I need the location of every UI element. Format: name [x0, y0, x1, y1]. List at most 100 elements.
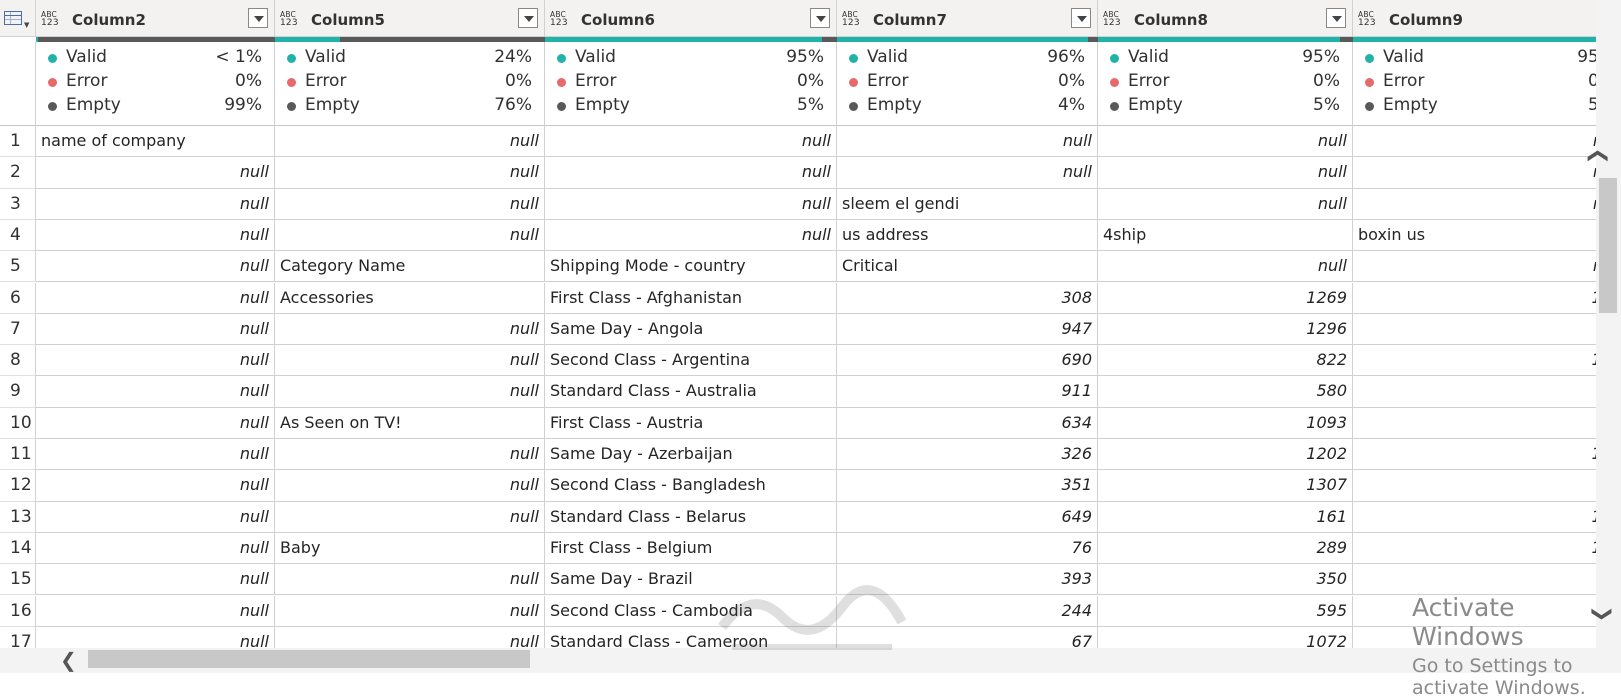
column-filter-button[interactable]	[248, 8, 268, 28]
table-cell[interactable]: null	[36, 439, 275, 471]
table-cell[interactable]: null	[837, 126, 1098, 158]
row-number[interactable]: 1	[0, 126, 36, 158]
table-cell[interactable]: null	[275, 157, 545, 189]
table-cell[interactable]: null	[275, 313, 545, 346]
table-cell[interactable]: null	[275, 219, 545, 252]
table-cell[interactable]: 76	[837, 532, 1098, 565]
row-number[interactable]: 16	[0, 595, 36, 627]
table-cell[interactable]: null	[36, 470, 275, 502]
table-cell[interactable]: null	[1353, 251, 1596, 283]
vertical-scrollbar[interactable]	[1596, 0, 1621, 673]
row-number[interactable]: 10	[0, 407, 36, 439]
table-cell[interactable]: 4ship	[1098, 219, 1353, 252]
table-cell[interactable]: null	[36, 313, 275, 346]
table-cell[interactable]: Category Name	[275, 251, 545, 283]
table-cell[interactable]: 161	[1098, 501, 1353, 533]
table-cell[interactable]: 53	[1353, 376, 1596, 408]
table-cell[interactable]: 350	[1098, 564, 1353, 596]
table-cell[interactable]: boxin us	[1353, 219, 1596, 252]
table-cell[interactable]: 1093	[1098, 407, 1353, 439]
vertical-scroll-thumb[interactable]	[1599, 178, 1617, 313]
row-number[interactable]: 15	[0, 564, 36, 596]
row-number[interactable]: 9	[0, 376, 36, 408]
table-cell[interactable]: null	[36, 626, 275, 648]
table-cell[interactable]: name of company	[36, 126, 275, 158]
table-cell[interactable]: 1072	[1098, 626, 1353, 648]
column-header[interactable]: ABC 123 Column9	[1353, 0, 1596, 37]
table-cell[interactable]: null	[36, 376, 275, 408]
table-cell[interactable]: 595	[1098, 595, 1353, 627]
table-cell[interactable]: First Class - Austria	[545, 407, 837, 439]
table-cell[interactable]: null	[545, 126, 837, 158]
table-cell[interactable]: Standard Class - Belarus	[545, 501, 837, 533]
table-cell[interactable]: First Class - Afghanistan	[545, 282, 837, 314]
horizontal-scroll-thumb[interactable]	[88, 650, 530, 668]
column-header[interactable]: ABC 123 Column6	[545, 0, 837, 37]
table-cell[interactable]: First Class - Belgium	[545, 532, 837, 565]
table-cell[interactable]: null	[275, 439, 545, 471]
type-any-icon[interactable]: ABC 123	[41, 10, 65, 28]
column-header[interactable]: ABC 123 Column2	[36, 0, 275, 37]
row-number[interactable]: 11	[0, 439, 36, 471]
table-cell[interactable]: sleem el gendi	[837, 188, 1098, 220]
row-number[interactable]: 17	[0, 626, 36, 648]
table-cell[interactable]: Standard Class - Australia	[545, 376, 837, 408]
column-filter-button[interactable]	[1326, 8, 1346, 28]
table-cell[interactable]: 1296	[1098, 313, 1353, 346]
table-cell[interactable]: null	[36, 532, 275, 565]
table-cell[interactable]: null	[1353, 188, 1596, 220]
table-cell[interactable]: 80	[1353, 470, 1596, 502]
type-any-icon[interactable]: ABC 123	[842, 10, 866, 28]
table-cell[interactable]: null	[545, 219, 837, 252]
row-number[interactable]: 6	[0, 282, 36, 314]
type-any-icon[interactable]: ABC 123	[280, 10, 304, 28]
table-cell[interactable]: null	[275, 626, 545, 648]
table-cell[interactable]: null	[36, 595, 275, 627]
table-cell[interactable]: 911	[837, 376, 1098, 408]
row-number[interactable]: 14	[0, 532, 36, 565]
table-cell[interactable]: 1307	[1098, 470, 1353, 502]
row-number[interactable]: 7	[0, 313, 36, 346]
row-number[interactable]: 13	[0, 501, 36, 533]
table-cell[interactable]: null	[1353, 157, 1596, 189]
column-filter-button[interactable]	[810, 8, 830, 28]
type-any-icon[interactable]: ABC 123	[550, 10, 574, 28]
row-number[interactable]: 12	[0, 470, 36, 502]
table-cell[interactable]: 75	[1353, 407, 1596, 439]
column-header[interactable]: ABC 123 Column7	[837, 0, 1098, 37]
table-cell[interactable]: 132	[1353, 345, 1596, 377]
type-any-icon[interactable]: ABC 123	[1358, 10, 1382, 28]
row-number[interactable]: 3	[0, 188, 36, 220]
table-cell[interactable]: null	[36, 282, 275, 314]
table-cell[interactable]: 113	[1353, 439, 1596, 471]
column-filter-button[interactable]	[518, 8, 538, 28]
table-cell[interactable]: 308	[837, 282, 1098, 314]
table-cell[interactable]: 690	[837, 345, 1098, 377]
table-cell[interactable]: null	[1353, 126, 1596, 158]
table-cell[interactable]: 1269	[1098, 282, 1353, 314]
table-cell[interactable]: Same Day - Angola	[545, 313, 837, 346]
table-cell[interactable]: Same Day - Azerbaijan	[545, 439, 837, 471]
table-cell[interactable]: Accessories	[275, 282, 545, 314]
table-cell[interactable]: null	[36, 157, 275, 189]
table-cell[interactable]: null	[1098, 126, 1353, 158]
table-cell[interactable]: null	[837, 157, 1098, 189]
table-cell[interactable]: us address	[837, 219, 1098, 252]
table-cell[interactable]: null	[275, 126, 545, 158]
table-cell[interactable]: null	[275, 470, 545, 502]
table-cell[interactable]: 580	[1098, 376, 1353, 408]
table-cell[interactable]: 351	[837, 470, 1098, 502]
table-cell[interactable]: null	[275, 564, 545, 596]
table-cell[interactable]: null	[1098, 157, 1353, 189]
table-cell[interactable]: 289	[1098, 532, 1353, 565]
table-menu-button[interactable]: ▼	[0, 0, 36, 37]
table-cell[interactable]: null	[1098, 188, 1353, 220]
table-cell[interactable]: null	[1098, 251, 1353, 283]
type-any-icon[interactable]: ABC 123	[1103, 10, 1127, 28]
row-number[interactable]: 4	[0, 219, 36, 252]
table-cell[interactable]: Shipping Mode - country	[545, 251, 837, 283]
table-cell[interactable]: null	[275, 595, 545, 627]
row-number[interactable]: 5	[0, 251, 36, 283]
table-cell[interactable]: 947	[837, 313, 1098, 346]
table-cell[interactable]: Baby	[275, 532, 545, 565]
